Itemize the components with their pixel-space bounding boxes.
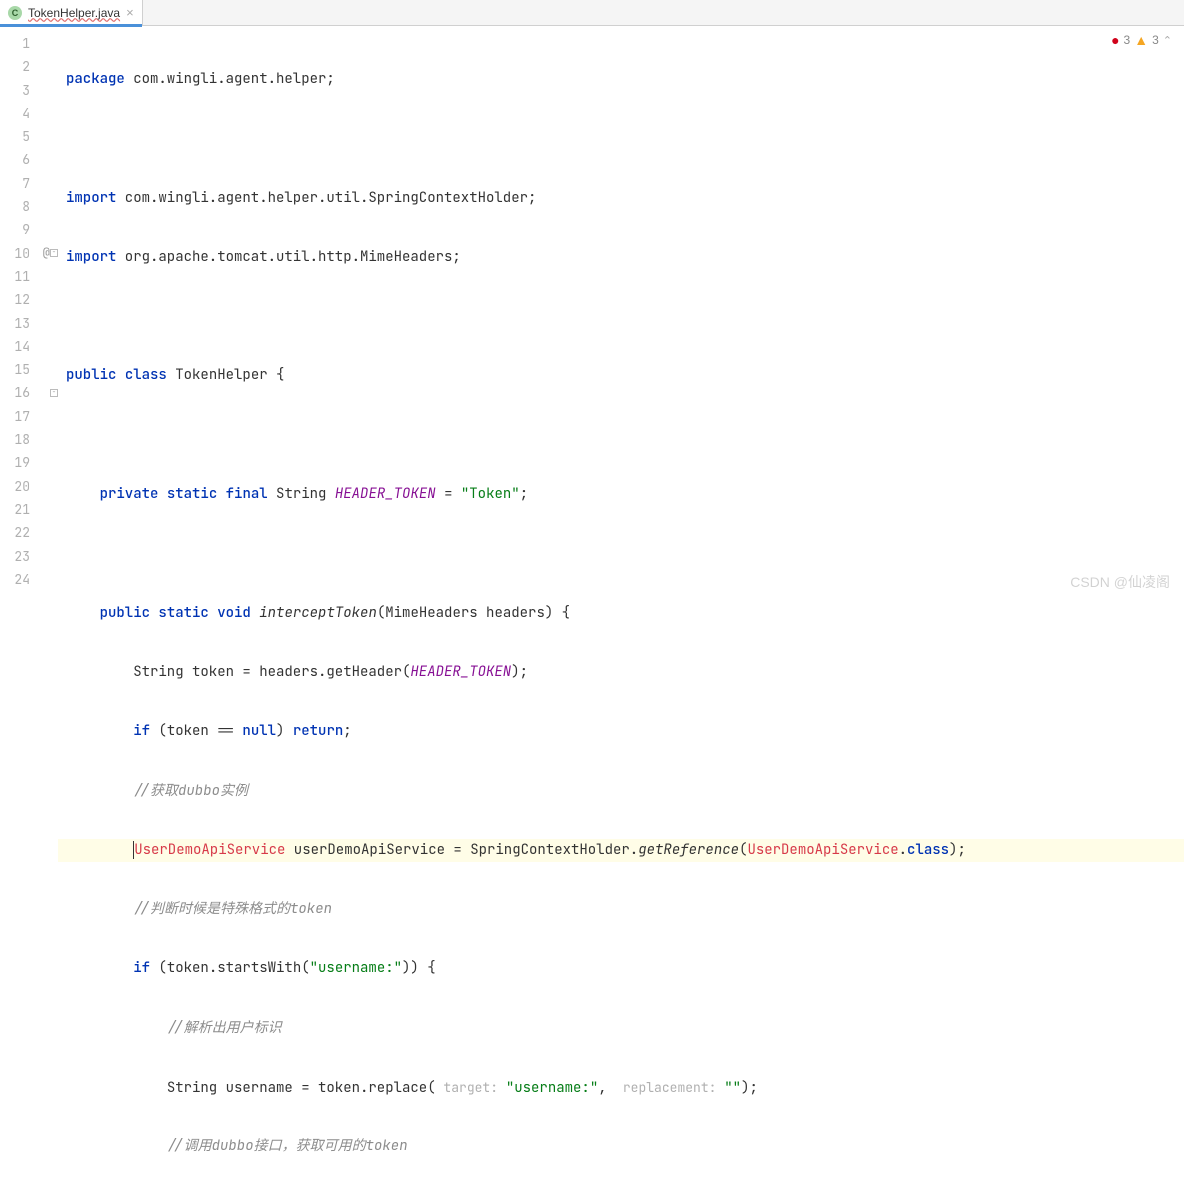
code-line[interactable]: String username = token.replace( target:…: [58, 1076, 1184, 1099]
line-number: 8: [0, 195, 58, 218]
scrollbar[interactable]: [1174, 52, 1184, 598]
tab-bar: C TokenHelper.java ×: [0, 0, 1184, 26]
code-line[interactable]: import com.wingli.agent.helper.util.Spri…: [58, 187, 1184, 210]
code-editor[interactable]: package com.wingli.agent.helper; import …: [58, 26, 1184, 598]
line-number: 14: [0, 335, 58, 358]
line-number: 21: [0, 498, 58, 521]
code-line[interactable]: package com.wingli.agent.helper;: [58, 68, 1184, 91]
fold-icon[interactable]: -: [50, 389, 58, 397]
line-number: 11: [0, 265, 58, 288]
line-number: 22: [0, 521, 58, 544]
override-marker-icon[interactable]: @: [43, 242, 50, 265]
line-number: 24: [0, 568, 58, 591]
line-number: 7: [0, 172, 58, 195]
code-line[interactable]: [58, 542, 1184, 565]
code-line[interactable]: String token = headers.getHeader(HEADER_…: [58, 661, 1184, 684]
line-number: 23: [0, 545, 58, 568]
code-line[interactable]: if (token.startsWith("username:")) {: [58, 957, 1184, 980]
code-line[interactable]: public static void interceptToken(MimeHe…: [58, 602, 1184, 625]
line-number: 3: [0, 79, 58, 102]
code-line[interactable]: //调用dubbo接口，获取可用的token: [58, 1135, 1184, 1158]
line-number: 1: [0, 32, 58, 55]
code-line[interactable]: [58, 305, 1184, 328]
code-line[interactable]: //解析出用户标识: [58, 1017, 1184, 1040]
editor-tab[interactable]: C TokenHelper.java ×: [0, 0, 143, 26]
gutter[interactable]: 1 2 3 4 5 6 7 8 9 10@- 11 12 13 14 15 16…: [0, 26, 58, 598]
watermark: CSDN @仙凌阁: [1070, 572, 1170, 592]
java-class-icon: C: [8, 6, 22, 20]
code-line[interactable]: [58, 424, 1184, 447]
editor-area: 1 2 3 4 5 6 7 8 9 10@- 11 12 13 14 15 16…: [0, 26, 1184, 598]
line-number: 5: [0, 125, 58, 148]
code-line[interactable]: private static final String HEADER_TOKEN…: [58, 483, 1184, 506]
line-number: 18: [0, 428, 58, 451]
line-number: 4: [0, 102, 58, 125]
code-line[interactable]: //判断时候是特殊格式的token: [58, 898, 1184, 921]
line-number: 2: [0, 55, 58, 78]
code-line[interactable]: if (token == null) return;: [58, 720, 1184, 743]
line-number: 19: [0, 451, 58, 474]
code-line[interactable]: String useFullToken = userDemoApiService…: [58, 1195, 1184, 1196]
line-number: 12: [0, 288, 58, 311]
code-line[interactable]: public class TokenHelper {: [58, 364, 1184, 387]
code-line[interactable]: UserDemoApiService userDemoApiService = …: [58, 839, 1184, 862]
line-number: 17: [0, 405, 58, 428]
line-number: 20: [0, 475, 58, 498]
fold-icon[interactable]: -: [50, 249, 58, 257]
code-line[interactable]: [58, 127, 1184, 150]
line-number: 6: [0, 148, 58, 171]
line-number: 15: [0, 358, 58, 381]
line-number: 13: [0, 312, 58, 335]
close-icon[interactable]: ×: [126, 5, 134, 20]
tab-filename: TokenHelper.java: [28, 6, 120, 20]
code-line[interactable]: //获取dubbo实例: [58, 780, 1184, 803]
line-number: 9: [0, 218, 58, 241]
code-line[interactable]: import org.apache.tomcat.util.http.MimeH…: [58, 246, 1184, 269]
